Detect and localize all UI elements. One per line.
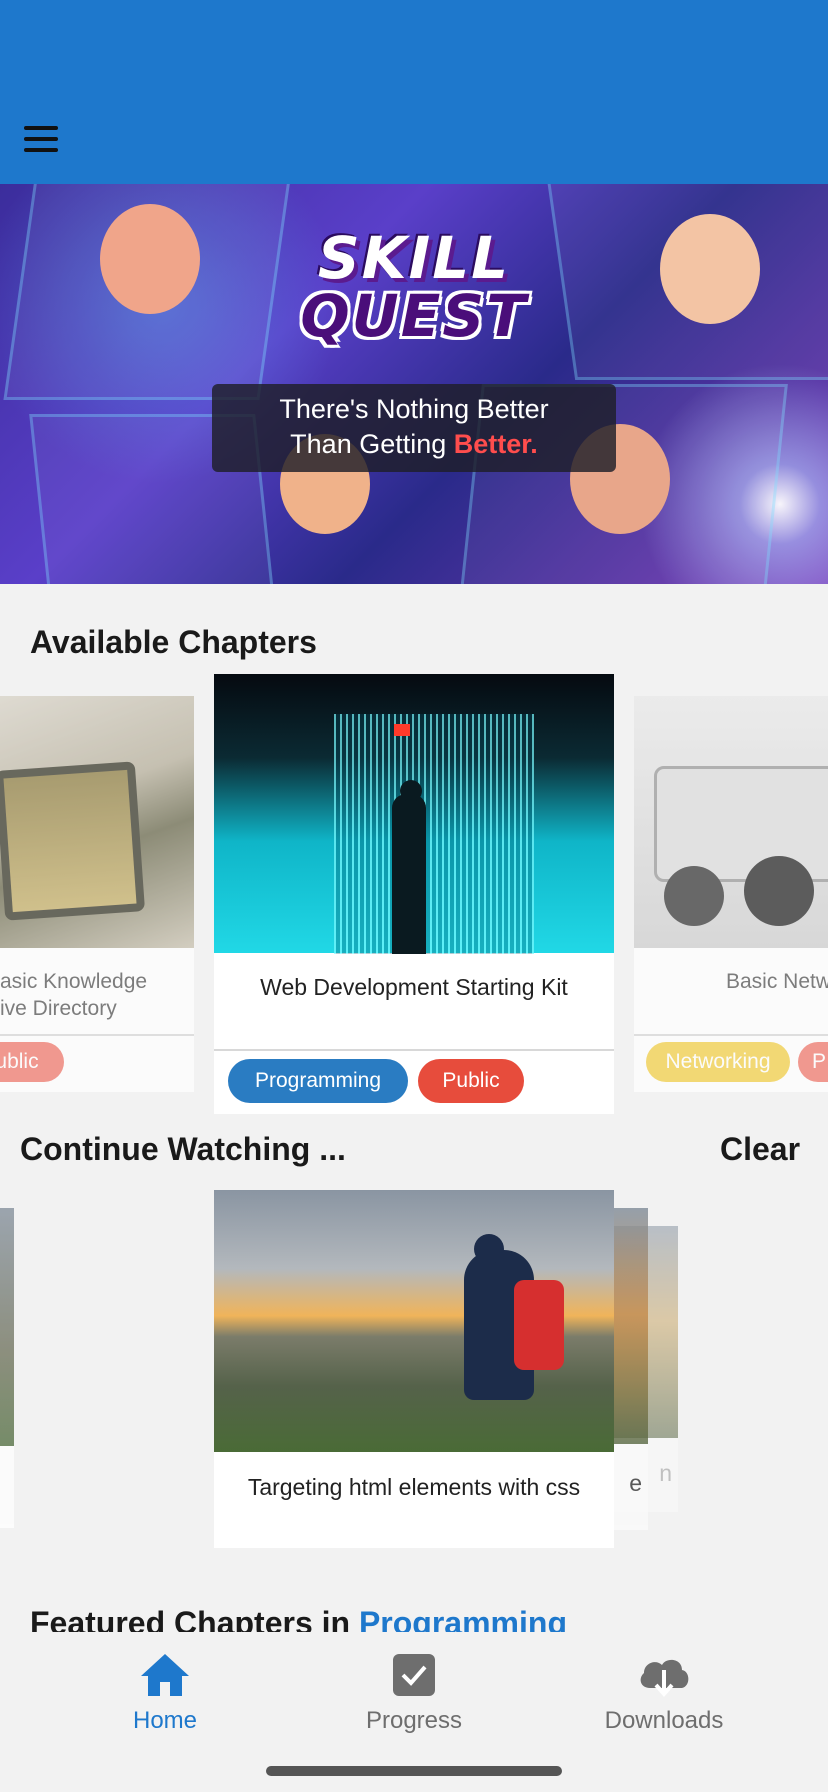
home-icon	[141, 1654, 189, 1696]
nav-progress[interactable]: Progress	[339, 1652, 489, 1735]
chapter-thumbnail	[214, 674, 614, 954]
nav-progress-label: Progress	[365, 1707, 463, 1734]
hamburger-menu-icon[interactable]	[24, 126, 58, 152]
tagline-accent: Better.	[453, 429, 538, 459]
person-head	[400, 780, 422, 802]
tag-networking[interactable]: Networking	[646, 1042, 790, 1082]
logo-quest: QUEST	[300, 282, 528, 350]
nav-downloads[interactable]: Downloads	[589, 1652, 739, 1735]
video-card[interactable]	[0, 1208, 14, 1528]
tablet-screen	[3, 769, 137, 913]
tag-public[interactable]: Public	[418, 1059, 524, 1103]
available-chapters-title: Available Chapters	[30, 624, 317, 660]
tablet-shape	[0, 761, 146, 921]
nav-home[interactable]: Home	[90, 1652, 240, 1735]
continue-watching-title: Continue Watching ...	[20, 1131, 346, 1167]
caption-line: asic Knowledge	[0, 970, 148, 993]
hero-banner: SKILL QUEST There's Nothing Better Than …	[0, 184, 828, 584]
tag-public[interactable]: P	[798, 1042, 828, 1082]
chapter-caption: asic Knowledge ive Directory	[0, 968, 194, 1022]
app-bar	[0, 0, 828, 184]
robot-wheel	[664, 866, 724, 926]
chapter-caption: Web Development Starting Kit	[260, 974, 568, 1000]
nav-downloads-label: Downloads	[604, 1707, 724, 1734]
exit-sign	[394, 724, 410, 736]
hero-tagline: There's Nothing Better Than Getting Bett…	[212, 384, 616, 472]
person-silhouette	[392, 794, 426, 954]
nav-home-label: Home	[132, 1707, 198, 1734]
chapter-thumbnail	[634, 696, 828, 948]
chapter-card[interactable]: Web Development Starting Kit Programming…	[214, 674, 614, 1114]
card-divider	[0, 1034, 194, 1036]
tag-public[interactable]: ublic	[0, 1042, 64, 1082]
caption-line: ive Directory	[0, 997, 117, 1020]
cloud-download-icon	[640, 1659, 689, 1698]
video-caption: Targeting html elements with css	[247, 1474, 581, 1500]
chapter-card[interactable]: asic Knowledge ive Directory ublic	[0, 696, 194, 1092]
robot-wheel	[744, 856, 814, 926]
tagline-line1: There's Nothing Better	[279, 394, 549, 424]
hiker-head	[474, 1234, 504, 1264]
led-curtain	[334, 714, 534, 954]
video-thumbnail	[214, 1190, 614, 1452]
chapter-caption: Basic Netw	[726, 970, 828, 993]
video-card[interactable]: Targeting html elements with css	[214, 1190, 614, 1548]
tagline-line2: Than Getting Better.	[212, 427, 616, 462]
chapter-card[interactable]: Basic Netw Networking P	[634, 696, 828, 1092]
home-indicator	[266, 1766, 562, 1776]
chapter-thumbnail	[0, 696, 194, 948]
tag-programming[interactable]: Programming	[228, 1059, 408, 1103]
clear-button[interactable]: Clear	[720, 1131, 800, 1168]
card-divider	[214, 1049, 614, 1051]
card-divider	[634, 1034, 828, 1036]
video-thumbnail	[0, 1208, 14, 1446]
checkbox-icon	[393, 1654, 435, 1696]
tagline-prefix: Than Getting	[290, 429, 454, 459]
hiker-backpack	[514, 1280, 564, 1370]
